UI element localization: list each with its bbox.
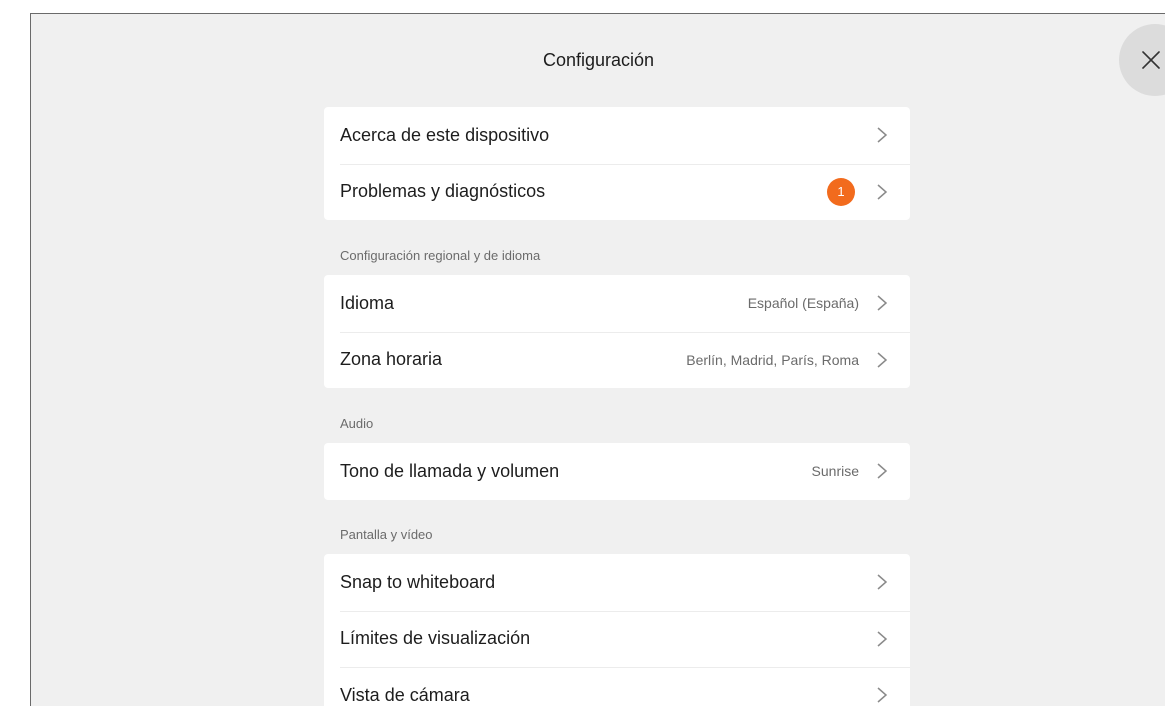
row-idioma[interactable]: Idioma Español (España)	[324, 275, 910, 332]
settings-card-regional: Idioma Español (España) Zona horaria Ber…	[324, 275, 910, 388]
row-snap-to-whiteboard[interactable]: Snap to whiteboard	[324, 554, 910, 611]
settings-card-general: Acerca de este dispositivo Problemas y d…	[324, 107, 910, 220]
chevron-right-icon	[877, 352, 888, 368]
close-icon	[1142, 51, 1160, 69]
chevron-right-icon	[877, 463, 888, 479]
row-value: Español (España)	[747, 295, 859, 312]
section-label-pantalla: Pantalla y vídeo	[340, 527, 433, 542]
settings-card-audio: Tono de llamada y volumen Sunrise	[324, 443, 910, 500]
row-limites-de-visualizacion[interactable]: Límites de visualización	[324, 610, 910, 668]
row-label: Snap to whiteboard	[340, 571, 496, 592]
row-label: Vista de cámara	[340, 684, 470, 705]
row-label: Problemas y diagnósticos	[340, 181, 546, 202]
window-frame: Configuración Acerca de este dispositivo…	[0, 0, 1165, 706]
row-label: Acerca de este dispositivo	[340, 124, 550, 145]
row-problemas-y-diagnosticos[interactable]: Problemas y diagnósticos 1	[324, 163, 910, 221]
row-value: Berlín, Madrid, París, Roma	[686, 351, 859, 368]
section-label-audio: Audio	[340, 416, 374, 431]
row-acerca-de-este-dispositivo[interactable]: Acerca de este dispositivo	[324, 107, 910, 164]
chevron-right-icon	[877, 687, 888, 703]
chevron-right-icon	[877, 574, 888, 590]
chevron-right-icon	[877, 184, 888, 200]
row-tono-de-llamada[interactable]: Tono de llamada y volumen Sunrise	[324, 443, 910, 500]
page-title: Configuración	[542, 50, 655, 70]
row-label: Zona horaria	[340, 349, 443, 370]
chevron-right-icon	[877, 127, 888, 143]
close-button[interactable]	[1119, 24, 1165, 96]
chevron-right-icon	[877, 295, 888, 311]
settings-panel: Configuración Acerca de este dispositivo…	[30, 13, 1165, 706]
row-label: Tono de llamada y volumen	[340, 460, 560, 481]
settings-card-display: Snap to whiteboard Límites de visualizac…	[324, 554, 910, 706]
row-label: Idioma	[340, 292, 395, 313]
notification-badge: 1	[827, 177, 855, 206]
row-vista-de-camara[interactable]: Vista de cámara	[324, 667, 910, 706]
chevron-right-icon	[877, 631, 888, 647]
section-label-regional: Configuración regional y de idioma	[340, 248, 541, 263]
row-zona-horaria[interactable]: Zona horaria Berlín, Madrid, París, Roma	[324, 331, 910, 389]
row-label: Límites de visualización	[340, 628, 531, 649]
row-value: Sunrise	[811, 463, 859, 480]
